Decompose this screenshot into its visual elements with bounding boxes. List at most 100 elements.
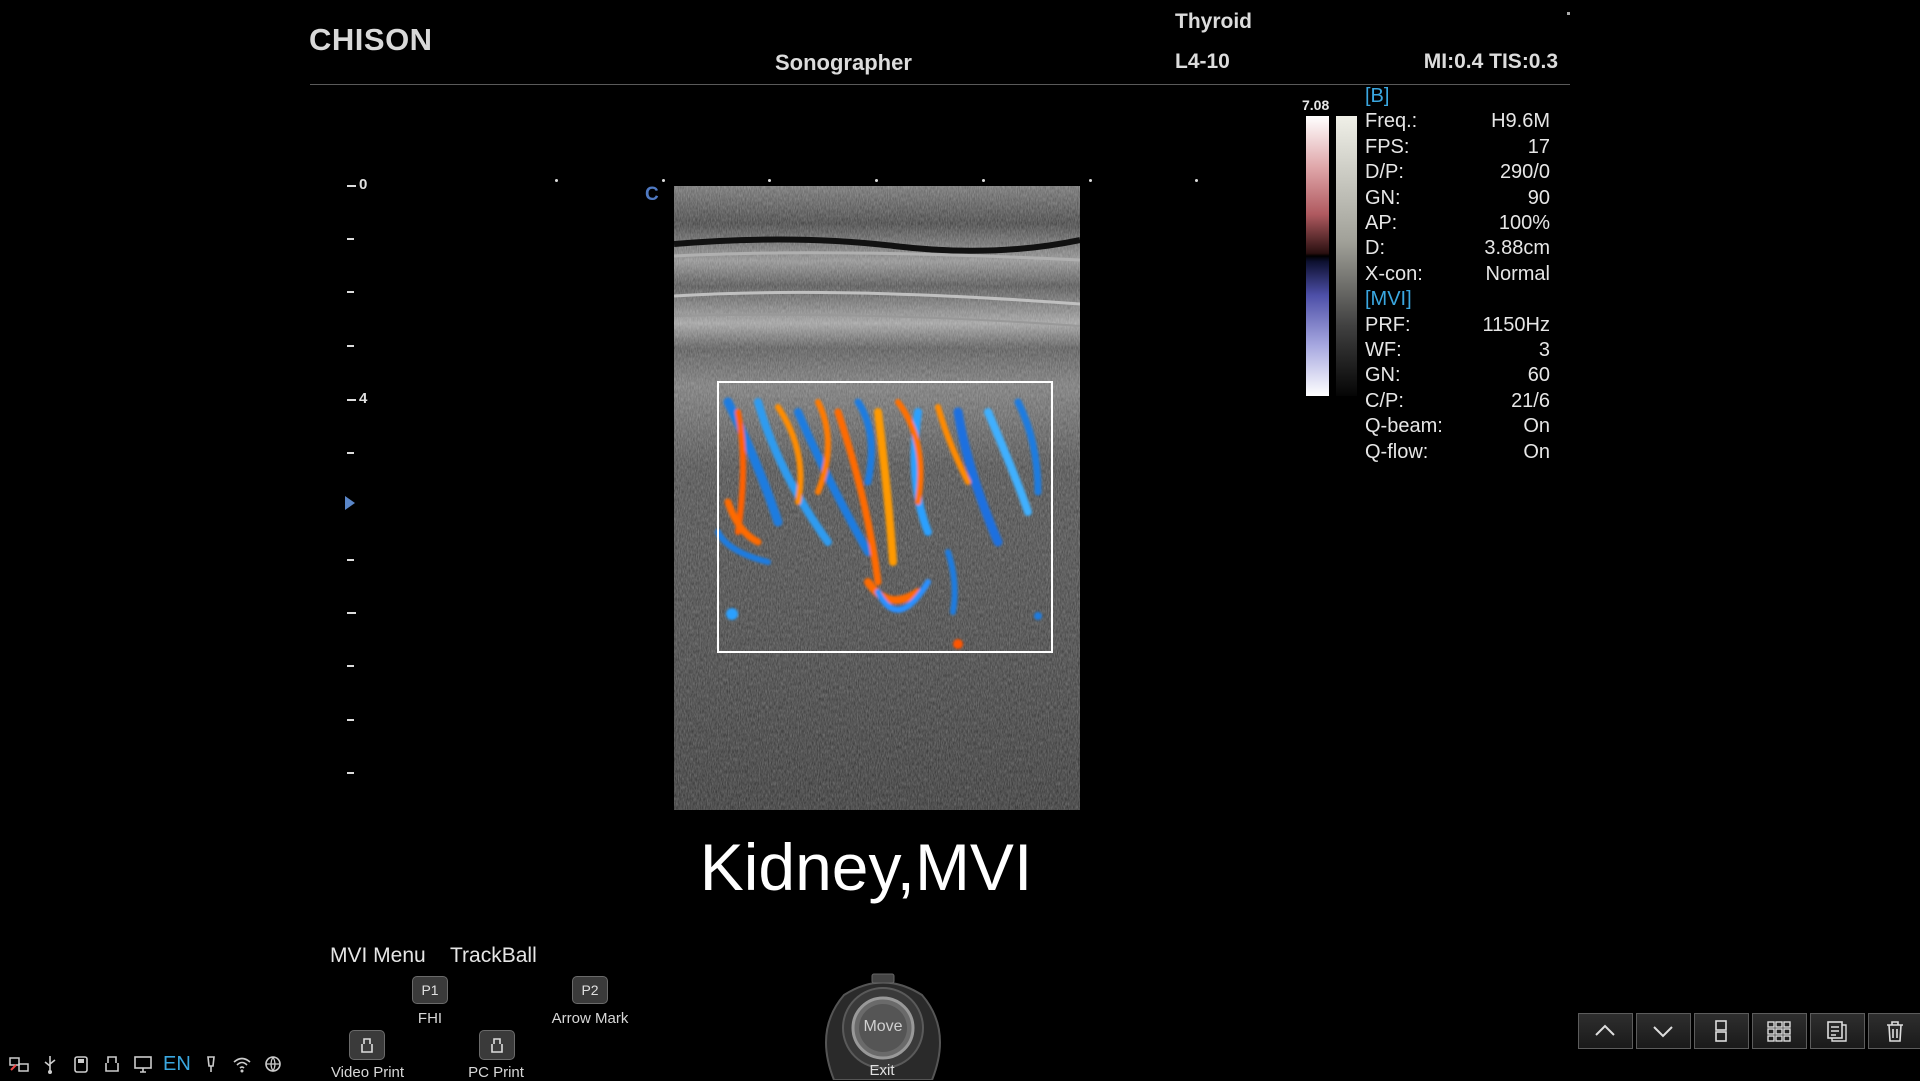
nav-button-bar	[1578, 1013, 1920, 1049]
param-key: GN:	[1365, 364, 1401, 387]
language-indicator[interactable]: EN	[163, 1053, 191, 1076]
ultrasound-image[interactable]	[674, 186, 1080, 810]
param-key: Q-flow:	[1365, 440, 1429, 463]
param-value: 100%	[1498, 212, 1550, 235]
depth-label-0: 0	[359, 176, 368, 193]
b-mode-section: [B]	[1365, 85, 1390, 107]
param-key: AP:	[1365, 212, 1398, 235]
depth-tick	[347, 291, 354, 293]
p1-label: FHI	[417, 1010, 443, 1027]
probe-icon[interactable]	[200, 1054, 222, 1074]
depth-tick	[347, 559, 354, 561]
param-value: 17	[1527, 135, 1550, 158]
status-bar: EN	[8, 1052, 284, 1076]
param-row: Freq.: H9.6M	[1365, 109, 1550, 134]
velocity-colorbar	[1306, 116, 1329, 396]
depth-tick	[347, 719, 354, 721]
param-value: 3	[1538, 339, 1550, 362]
layout-1x2-button[interactable]	[1694, 1013, 1749, 1049]
param-value: 290/0	[1499, 161, 1550, 184]
brand-logo: CHISON	[309, 22, 433, 57]
report-icon	[1827, 1021, 1847, 1042]
pc-print-label: PC Print	[468, 1064, 524, 1081]
trackball-exit-label: Exit	[869, 1062, 895, 1079]
p2-key[interactable]: P2	[572, 976, 608, 1004]
disk-icon[interactable]	[70, 1054, 92, 1074]
layout-2x2-icon	[1767, 1021, 1791, 1042]
param-row: C/P: 21/6	[1365, 389, 1550, 414]
lateral-dot	[555, 179, 558, 182]
param-key: Freq.:	[1365, 110, 1418, 133]
param-key: Q-beam:	[1365, 415, 1443, 438]
p1-key[interactable]: P1	[412, 976, 448, 1004]
wifi-icon[interactable]	[231, 1054, 253, 1074]
chevron-up-icon	[1595, 1024, 1615, 1036]
header-dot	[1567, 12, 1570, 15]
p2-label: Arrow Mark	[551, 1010, 629, 1027]
monitor-icon[interactable]	[132, 1054, 154, 1074]
depth-label-2: 4	[359, 390, 368, 407]
param-value: 60	[1527, 364, 1550, 387]
depth-tick	[347, 772, 354, 774]
chevron-down-icon	[1653, 1026, 1673, 1038]
param-value: 1150Hz	[1482, 313, 1550, 336]
exam-type: Thyroid	[1175, 10, 1252, 33]
lateral-dot	[662, 179, 665, 182]
param-value: Normal	[1485, 262, 1550, 285]
network-icon[interactable]	[8, 1054, 30, 1074]
print-icon	[491, 1038, 503, 1053]
pc-print-button[interactable]	[479, 1030, 515, 1060]
layout-2x2-button[interactable]	[1752, 1013, 1807, 1049]
param-value: 3.88cm	[1484, 237, 1550, 260]
mi-tis-readout: MI:0.4 TIS:0.3	[1423, 50, 1558, 73]
lateral-dot	[1089, 179, 1092, 182]
layout-1x2-icon	[1715, 1020, 1727, 1042]
depth-tick	[347, 345, 354, 347]
orientation-mark: C	[645, 184, 659, 205]
param-value: On	[1523, 440, 1550, 463]
param-row: D/P: 290/0	[1365, 160, 1550, 185]
param-row: Q-flow: On	[1365, 440, 1550, 465]
param-row: FPS: 17	[1365, 135, 1550, 160]
mvi-menu-button[interactable]: MVI Menu	[330, 944, 426, 968]
depth-tick	[347, 612, 356, 614]
param-key: D:	[1365, 237, 1385, 260]
param-value: H9.6M	[1491, 110, 1550, 133]
trackball-move-label: Move	[863, 1018, 903, 1035]
globe-icon[interactable]	[262, 1054, 284, 1074]
focus-arrow-icon[interactable]	[345, 496, 355, 510]
delete-icon	[1887, 1021, 1903, 1042]
param-value: 90	[1527, 186, 1550, 209]
lateral-dot	[982, 179, 985, 182]
lateral-dot	[768, 179, 771, 182]
depth-tick	[347, 452, 354, 454]
param-key: GN:	[1365, 186, 1401, 209]
report-button[interactable]	[1810, 1013, 1865, 1049]
depth-tick	[347, 238, 354, 240]
image-annotation[interactable]: Kidney,MVI	[0, 829, 1732, 905]
param-row: GN: 90	[1365, 186, 1550, 211]
param-key: FPS:	[1365, 135, 1410, 158]
grayscale-bar	[1336, 116, 1357, 396]
parameter-panel: [B] Freq.: H9.6M FPS: 17 D/P: 290/0 GN: 90 A…	[1365, 84, 1550, 465]
delete-button[interactable]	[1868, 1013, 1920, 1049]
param-row: GN: 60	[1365, 363, 1550, 388]
depth-tick	[347, 399, 356, 401]
param-row: AP: 100%	[1365, 211, 1550, 236]
param-value: 21/6	[1511, 389, 1550, 412]
param-key: C/P:	[1365, 389, 1404, 412]
param-key: X-con:	[1365, 262, 1423, 285]
lateral-dot	[1195, 179, 1198, 182]
depth-tick	[347, 665, 354, 667]
param-row: Q-beam: On	[1365, 414, 1550, 439]
video-print-button[interactable]	[349, 1030, 385, 1060]
param-row: WF: 3	[1365, 338, 1550, 363]
sonographer-label: Sonographer	[775, 50, 912, 75]
scroll-down-button[interactable]	[1636, 1013, 1691, 1049]
lateral-dot	[875, 179, 878, 182]
scroll-up-button[interactable]	[1578, 1013, 1633, 1049]
printer-icon[interactable]	[101, 1054, 123, 1074]
usb-icon[interactable]	[39, 1054, 61, 1074]
param-row: D: 3.88cm	[1365, 236, 1550, 261]
trackball-menu-button[interactable]: TrackBall	[450, 944, 537, 968]
